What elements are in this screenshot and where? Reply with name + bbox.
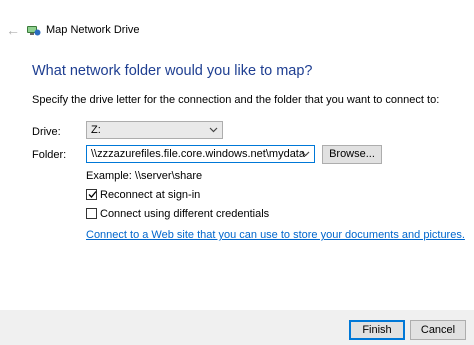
page-heading: What network folder would you like to ma… <box>32 63 313 79</box>
footer-bar: Finish Cancel <box>0 310 474 345</box>
drive-value: Z: <box>91 124 101 136</box>
reconnect-label: Reconnect at sign-in <box>100 189 201 201</box>
checkmark-icon <box>88 191 97 198</box>
chevron-down-icon <box>209 127 218 133</box>
credentials-label: Connect using different credentials <box>100 208 270 220</box>
finish-button[interactable]: Finish <box>349 320 405 340</box>
cancel-button[interactable]: Cancel <box>410 320 466 340</box>
back-arrow-icon[interactable]: ← <box>6 22 20 38</box>
drive-label: Drive: <box>32 126 61 138</box>
drive-select[interactable]: Z: <box>86 121 223 139</box>
web-site-link[interactable]: Connect to a Web site that you can use t… <box>86 228 465 242</box>
folder-label: Folder: <box>32 149 67 161</box>
credentials-checkbox[interactable] <box>86 208 97 219</box>
browse-button[interactable]: Browse... <box>322 145 382 164</box>
instruction-text: Specify the drive letter for the connect… <box>32 94 440 106</box>
reconnect-checkbox[interactable] <box>86 189 97 200</box>
folder-input[interactable]: \\zzzazurefiles.file.core.windows.net\my… <box>86 145 315 163</box>
title-bar: ← Map Network Drive <box>0 0 474 48</box>
example-text: Example: \\server\share <box>86 170 203 182</box>
chevron-down-icon[interactable] <box>301 151 310 157</box>
network-drive-icon <box>27 26 41 36</box>
window-title: Map Network Drive <box>46 24 140 36</box>
folder-value: \\zzzazurefiles.file.core.windows.net\my… <box>91 148 305 160</box>
